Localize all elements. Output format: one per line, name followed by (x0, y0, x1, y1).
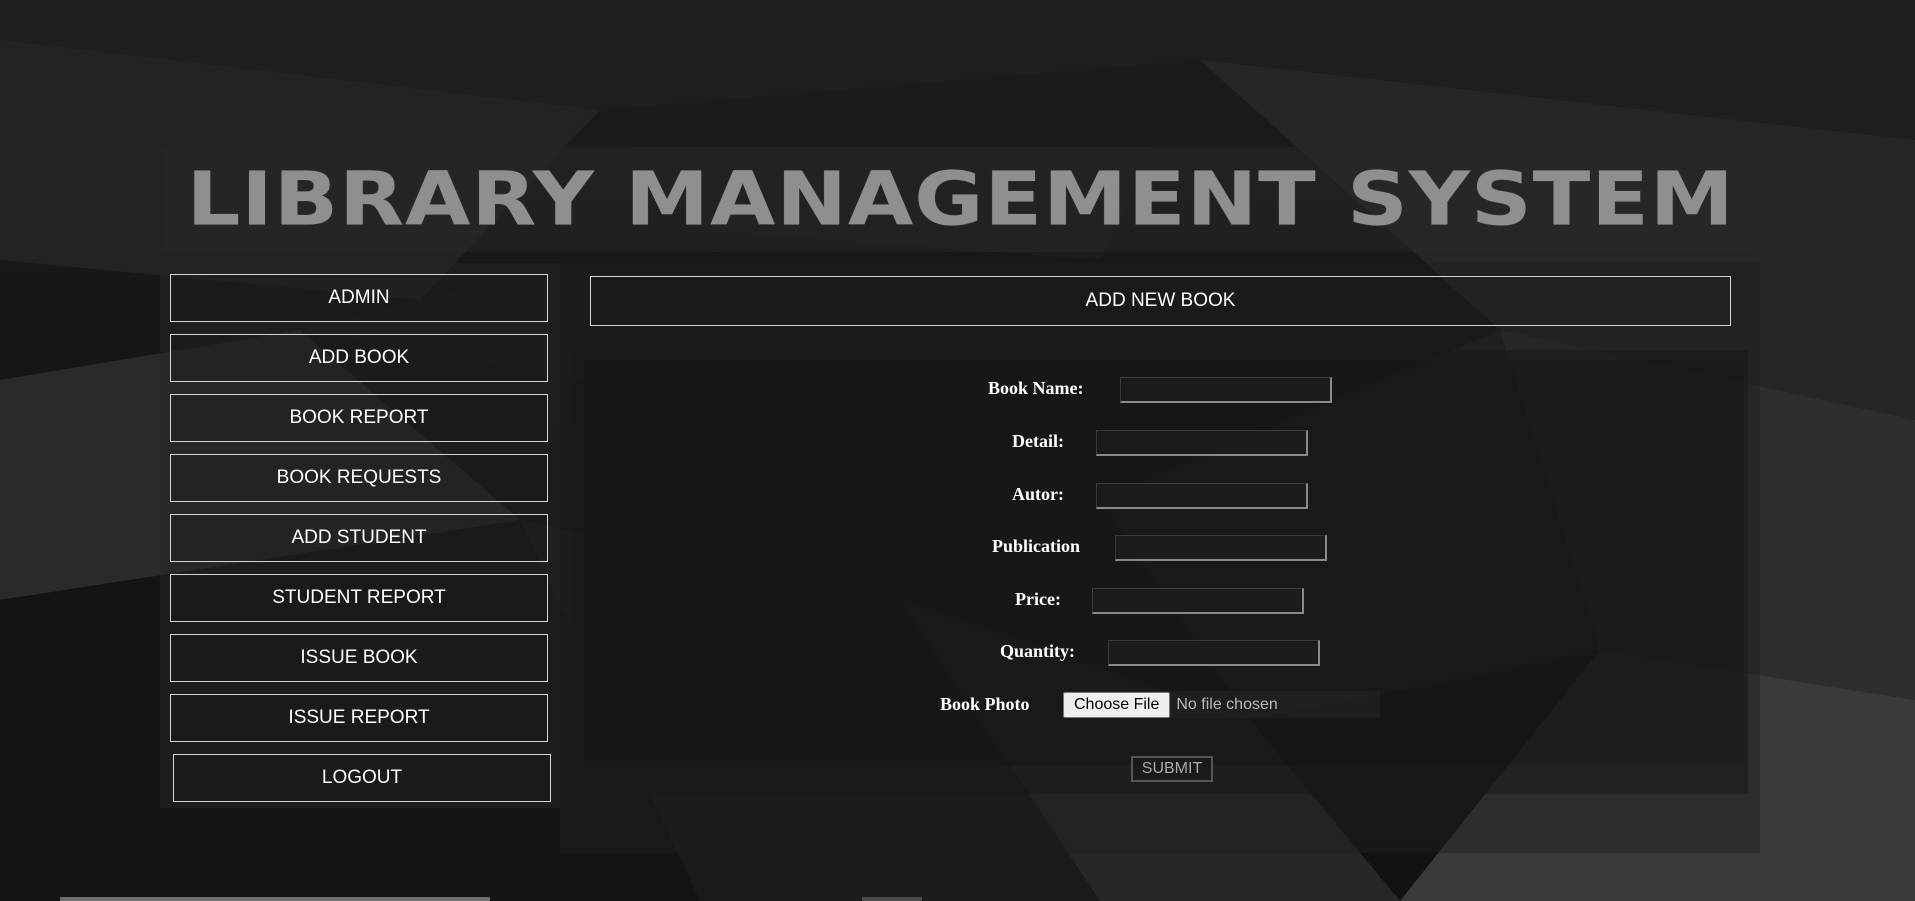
price-input[interactable] (1092, 588, 1304, 614)
quantity-label: Quantity: (1000, 641, 1076, 661)
sidebar-item-book-requests[interactable]: BOOK REQUESTS (170, 454, 548, 502)
detail-input[interactable] (1096, 430, 1308, 456)
site-title: LIBRARY MANAGEMENT SYSTEM (162, 147, 1759, 252)
quantity-input[interactable] (1108, 640, 1320, 666)
sidebar-item-admin[interactable]: ADMIN (170, 274, 548, 322)
choose-file-button[interactable]: Choose File (1063, 691, 1171, 718)
site-title-text: LIBRARY MANAGEMENT SYSTEM (186, 156, 1735, 243)
sidebar-item-book-report[interactable]: BOOK REPORT (170, 394, 548, 442)
page-title: ADD NEW BOOK (590, 276, 1731, 326)
price-label: Price: (1015, 589, 1061, 609)
detail-label: Detail: (1012, 431, 1064, 451)
sidebar-item-add-student[interactable]: ADD STUDENT (170, 514, 548, 562)
book-photo-label: Book Photo (940, 694, 1030, 714)
sidebar-item-issue-report[interactable]: ISSUE REPORT (170, 694, 548, 742)
publication-label: Publication (992, 536, 1081, 556)
book-photo-file-input[interactable]: Choose File No file chosen (1063, 691, 1380, 718)
sidebar-item-logout[interactable]: LOGOUT (173, 754, 551, 802)
file-status-text: No file chosen (1176, 695, 1278, 713)
author-input[interactable] (1096, 483, 1308, 509)
submit-button[interactable]: SUBMIT (1131, 756, 1213, 782)
publication-input[interactable] (1115, 535, 1327, 561)
horizontal-scrollbar[interactable] (60, 897, 490, 901)
book-name-input[interactable] (1120, 377, 1332, 403)
sidebar-item-student-report[interactable]: STUDENT REPORT (170, 574, 548, 622)
sidebar-item-add-book[interactable]: ADD BOOK (170, 334, 548, 382)
sidebar-item-issue-book[interactable]: ISSUE BOOK (170, 634, 548, 682)
author-label: Autor: (1012, 484, 1064, 504)
scrollbar-thumb[interactable] (862, 897, 922, 901)
book-name-label: Book Name: (988, 378, 1084, 398)
